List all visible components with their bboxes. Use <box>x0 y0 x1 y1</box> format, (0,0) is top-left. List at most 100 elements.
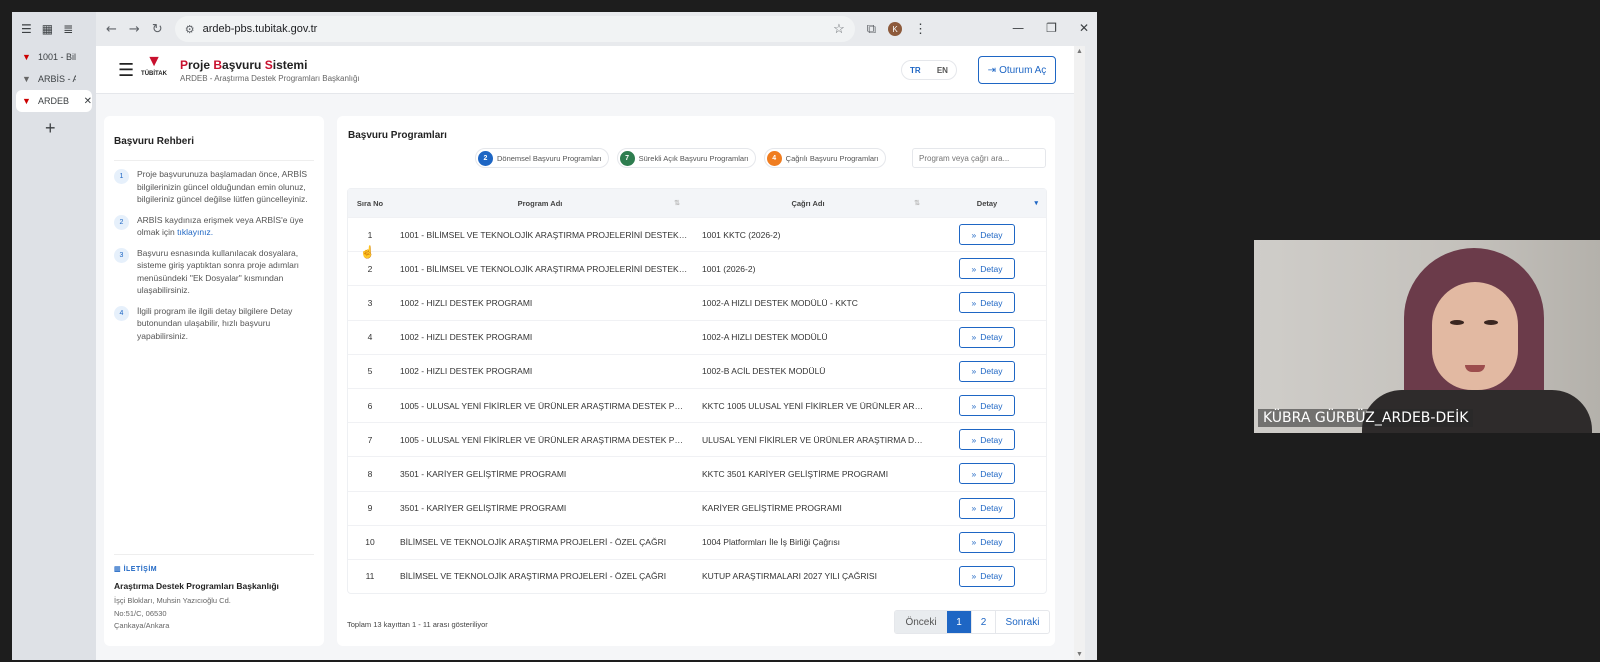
detail-button[interactable]: » Detay <box>959 258 1015 280</box>
logo-text: TÜBİTAK <box>141 71 167 77</box>
tab-arbis[interactable]: ▼ ARBİS - Ar <box>16 68 92 90</box>
call-name: 1001 (2026-2) <box>702 263 756 274</box>
table-row: 1 1001 - BİLİMSEL VE TEKNOLOJİK ARAŞTIRMA… <box>348 217 1046 251</box>
detail-button[interactable]: » Detay <box>959 497 1015 519</box>
detail-button[interactable]: » Detay <box>959 463 1015 485</box>
filter-call-based[interactable]: 4 Çağrılı Başvuru Programları <box>763 148 886 168</box>
row-number: 2 <box>367 263 373 274</box>
contact-label: ▥ İLETİŞİM <box>114 566 158 573</box>
browser-window: ☰ ▦ ≣ ▼ 1001 - Bili ▼ ARBİS - Ar ▼ ARDEB… <box>12 12 1097 660</box>
login-label: Oturum Aç <box>999 64 1047 76</box>
next-page-button[interactable]: Sonraki <box>995 611 1049 633</box>
detail-label: Detay <box>980 537 1003 548</box>
close-tab-icon[interactable]: ✕ <box>84 96 92 107</box>
guide-step: 3 Başvuru esnasında kullanılacak dosyala… <box>114 247 314 297</box>
program-name: 1005 - ULUSAL YENİ FİKİRLER VE ÜRÜNLER A… <box>400 400 688 411</box>
tab-groups-icon[interactable]: ▦ <box>42 22 53 36</box>
page-2-button[interactable]: 2 <box>971 611 995 633</box>
page-1-button[interactable]: 1 <box>947 611 971 633</box>
col-call[interactable]: Çağrı Adı ⇅ <box>688 199 928 208</box>
tubitak-logo[interactable]: ▼ TÜBİTAK <box>140 53 168 87</box>
language-switcher: TR EN <box>901 60 957 80</box>
browser-toolbar: ← → ↻ ⚙ ardeb-pbs.tubitak.gov.tr ☆ ⧉ K ⋮ <box>96 12 1097 46</box>
guide-steps: 1 Proje başvurunuza başlamadan önce, ARB… <box>114 168 314 350</box>
contact-address: İşçi Blokları, Muhsin Yazıcıoğlu Cd. No:… <box>114 596 231 630</box>
forward-icon[interactable]: → <box>129 22 140 37</box>
double-chevron-icon: » <box>971 537 977 548</box>
hamburger-menu-icon[interactable]: ☰ <box>118 60 134 81</box>
detail-label: Detay <box>980 297 1003 308</box>
lang-en-button[interactable]: EN <box>937 66 948 75</box>
sort-icon: ▾ <box>1034 199 1038 207</box>
detail-button[interactable]: » Detay <box>959 565 1015 587</box>
detail-label: Detay <box>980 571 1003 582</box>
col-order[interactable]: Sıra No ▾ <box>348 199 1038 208</box>
contact-info: ▥ İLETİŞİM Araştırma Destek Programları … <box>114 554 314 633</box>
web-page: ☰ ▼ TÜBİTAK Proje Başvuru Sistemi ARDEB … <box>96 46 1074 660</box>
detail-button[interactable]: » Detay <box>959 531 1015 553</box>
restore-icon[interactable]: ❐ <box>1046 21 1057 35</box>
detail-button[interactable]: » Detay <box>959 360 1015 382</box>
detail-label: Detay <box>980 332 1003 343</box>
call-name: ULUSAL YENİ FİKİRLER VE ÜRÜNLER ARAŞTIRM… <box>702 434 928 445</box>
col-program[interactable]: Program Adı ⇅ <box>392 199 688 208</box>
address-bar[interactable]: ⚙ ardeb-pbs.tubitak.gov.tr ☆ <box>174 16 855 42</box>
site-header: ☰ ▼ TÜBİTAK Proje Başvuru Sistemi ARDEB … <box>96 46 1074 94</box>
detail-button[interactable]: » Detay <box>959 395 1015 417</box>
tab-ardeb[interactable]: ▼ ARDEB ✕ <box>16 90 92 112</box>
call-name: KUTUP ARAŞTIRMALARI 2027 YILI ÇAĞRISI <box>702 571 877 582</box>
program-search-input[interactable] <box>912 148 1046 168</box>
tab-1001[interactable]: ▼ 1001 - Bili <box>16 46 92 68</box>
call-name: 1004 Platformları İle İş Birliği Çağrısı <box>702 537 840 548</box>
table-row: 5 1002 - HIZLI DESTEK PROGRAMI 1002-B ACİL… <box>348 353 1046 388</box>
new-tab-button[interactable]: + <box>45 118 96 139</box>
bookmark-star-icon[interactable]: ☆ <box>833 21 845 37</box>
scroll-down-icon[interactable]: ▼ <box>1076 651 1083 658</box>
row-number: 5 <box>367 366 373 377</box>
col-detail: Detay <box>976 198 998 208</box>
table-row: 4 1002 - HIZLI DESTEK PROGRAMI 1002-A HIZL… <box>348 319 1046 354</box>
filter-label: Dönemsel Başvuru Programları <box>497 153 602 163</box>
step-text: ARBİS kaydınıza erişmek veya ARBİS'e üye… <box>137 214 304 238</box>
step-text: Proje başvurunuza başlamadan önce, ARBİS… <box>137 169 308 204</box>
pagination: Önceki 1 2 Sonraki <box>894 610 1050 634</box>
back-icon[interactable]: ← <box>106 22 117 37</box>
divider <box>114 160 314 161</box>
vertical-tab-strip: ☰ ▦ ≣ ▼ 1001 - Bili ▼ ARBİS - Ar ▼ ARDEB… <box>12 12 96 660</box>
browser-menu-icon[interactable]: ⋮ <box>914 21 927 37</box>
program-name: BİLİMSEL VE TEKNOLOJİK ARAŞTIRMA PROJELE… <box>400 571 667 582</box>
filter-periodic[interactable]: 2 Dönemsel Başvuru Programları <box>475 148 609 168</box>
table-row: 2 1001 - BİLİMSEL VE TEKNOLOJİK ARAŞTIRMA… <box>348 251 1046 285</box>
filter-always-open[interactable]: 7 Sürekli Açık Başvuru Programları <box>616 148 756 168</box>
double-chevron-icon: » <box>971 571 977 582</box>
sign-in-icon: ⇥ <box>987 64 997 76</box>
reload-icon[interactable]: ↻ <box>152 22 163 37</box>
page-scrollbar[interactable]: ▲ ▼ <box>1074 46 1085 660</box>
detail-button[interactable]: » Detay <box>959 292 1015 314</box>
double-chevron-icon: » <box>971 503 977 514</box>
call-name: KKTC 1005 ULUSAL YENİ FİKİRLER VE ÜRÜNLE… <box>702 400 928 411</box>
detail-button[interactable]: » Detay <box>959 224 1015 246</box>
minimize-icon[interactable]: — <box>1012 21 1024 35</box>
screen: ☰ ▦ ≣ ▼ 1001 - Bili ▼ ARBİS - Ar ▼ ARDEB… <box>0 0 1600 662</box>
detail-button[interactable]: » Detay <box>959 326 1015 348</box>
row-number: 6 <box>367 400 373 411</box>
tab-title: ARDEB <box>38 96 70 106</box>
program-name: 1001 - BİLİMSEL VE TEKNOLOJİK ARAŞTIRMA … <box>400 263 688 274</box>
detail-button[interactable]: » Detay <box>959 429 1015 451</box>
login-button[interactable]: ⇥ Oturum Aç <box>978 56 1056 84</box>
close-window-icon[interactable]: ✕ <box>1079 21 1089 35</box>
lang-tr-button[interactable]: TR <box>910 66 921 75</box>
detail-label: Detay <box>980 400 1003 411</box>
site-info-icon[interactable]: ⚙ <box>185 23 195 36</box>
prev-page-button[interactable]: Önceki <box>895 611 947 633</box>
collapse-tabs-icon[interactable]: ☰ <box>21 22 32 36</box>
scroll-up-icon[interactable]: ▲ <box>1076 48 1083 55</box>
call-name: 1001 KKTC (2026-2) <box>702 229 781 240</box>
arbis-link[interactable]: tıklayınız. <box>177 227 213 237</box>
tab-title: ARBİS - Ar <box>38 74 76 84</box>
extensions-icon[interactable]: ⧉ <box>867 21 876 37</box>
reading-mode-icon[interactable]: ≣ <box>63 22 73 36</box>
records-info: Toplam 13 kayıttan 1 - 11 arası gösteril… <box>347 620 488 629</box>
profile-avatar[interactable]: K <box>888 22 903 36</box>
